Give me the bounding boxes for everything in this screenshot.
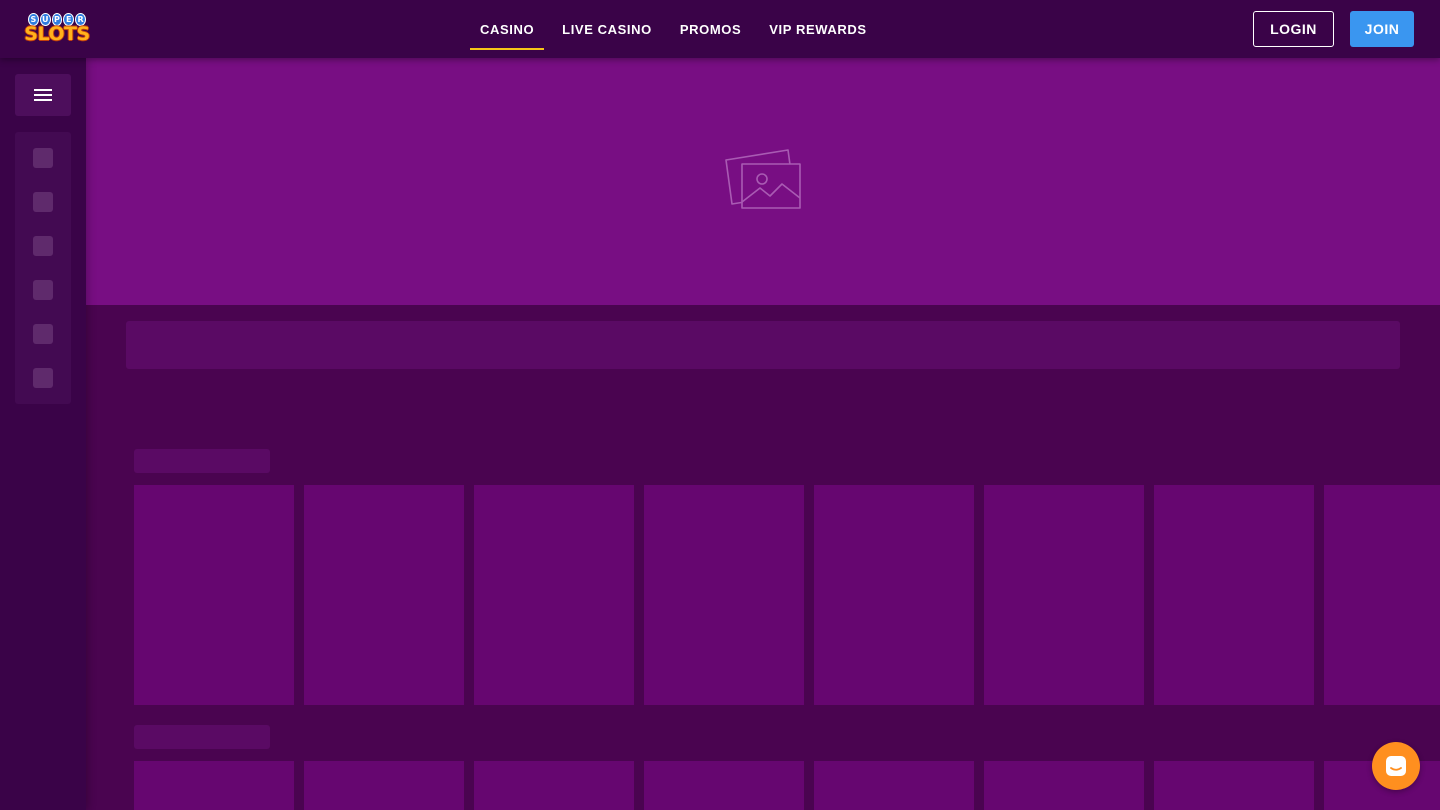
game-row-title-skeleton [134,725,270,749]
game-tile-skeleton[interactable] [1154,485,1314,705]
nav-promos[interactable]: PROMOS [670,0,751,58]
hamburger-icon [34,89,52,91]
game-tile-skeleton[interactable] [304,761,464,810]
top-header: S U P E R SLOTS CASINO LIVE CASINO PROMO… [0,0,1440,58]
game-tile-skeleton[interactable] [814,761,974,810]
hamburger-icon [34,94,52,96]
game-tile-skeleton[interactable] [644,485,804,705]
game-tile-skeleton[interactable] [1154,761,1314,810]
hero-banner[interactable] [86,58,1440,305]
main-nav: CASINO LIVE CASINO PROMOS VIP REWARDS [470,0,885,58]
logo-slots-text: SLOTS [24,23,90,45]
hamburger-menu-button[interactable] [15,74,71,116]
game-tile-skeleton[interactable] [134,485,294,705]
game-tile-skeleton[interactable] [134,761,294,810]
hamburger-icon [34,99,52,101]
sidebar-item-placeholder[interactable] [33,368,53,388]
game-tile-skeleton[interactable] [474,485,634,705]
login-button[interactable]: LOGIN [1253,11,1334,47]
sidebar-item-placeholder[interactable] [33,236,53,256]
sidebar-item-placeholder[interactable] [33,324,53,344]
game-tile-skeleton[interactable] [984,485,1144,705]
nav-casino[interactable]: CASINO [470,0,545,58]
join-button[interactable]: JOIN [1350,11,1414,47]
game-tile-skeleton[interactable] [474,761,634,810]
left-sidebar [0,58,86,810]
chat-icon [1386,756,1406,776]
sidebar-category-list [15,132,71,404]
game-tile-skeleton[interactable] [1324,485,1440,705]
image-placeholder-icon [725,149,801,209]
super-slots-logo[interactable]: S U P E R SLOTS [24,13,90,45]
game-tile-skeleton[interactable] [814,485,974,705]
game-tile-skeleton[interactable] [304,485,464,705]
game-tile-skeleton[interactable] [644,761,804,810]
search-bar-skeleton [126,321,1400,369]
sidebar-item-placeholder[interactable] [33,148,53,168]
game-row-title-skeleton [134,449,270,473]
nav-vip-rewards[interactable]: VIP REWARDS [759,0,876,58]
game-tile-skeleton[interactable] [984,761,1144,810]
sidebar-item-placeholder[interactable] [33,280,53,300]
nav-live-casino[interactable]: LIVE CASINO [552,0,662,58]
chat-launcher-button[interactable] [1372,742,1420,790]
sidebar-item-placeholder[interactable] [33,192,53,212]
